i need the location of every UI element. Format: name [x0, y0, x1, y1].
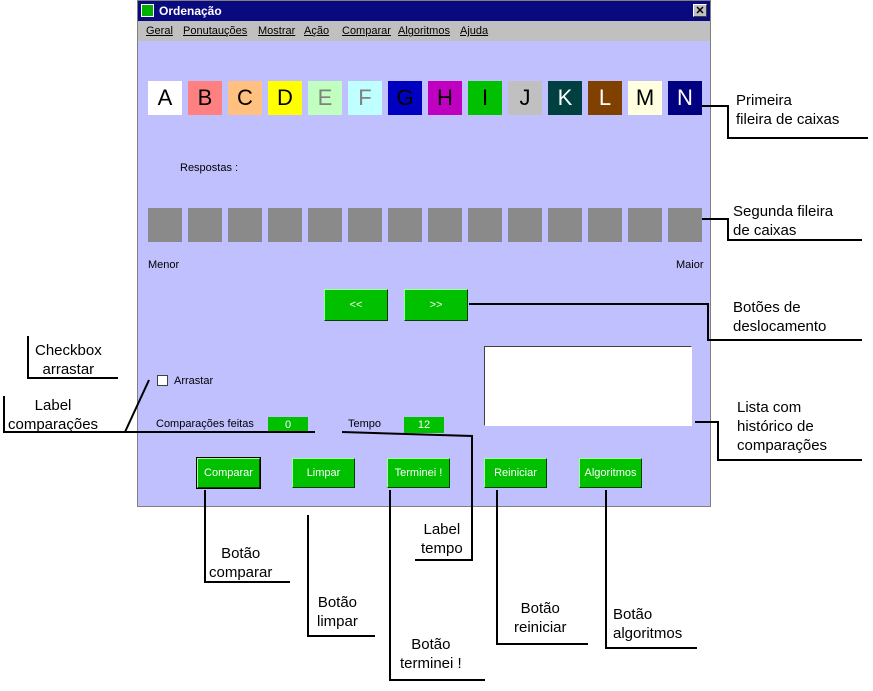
annotation-labelcomp: Label comparações [8, 396, 98, 434]
annotation-labelcomp-line1: Label [34, 397, 72, 414]
annotation-labeltempo-line2: tempo [421, 540, 463, 557]
annotation-primeira: Primeira fileira de caixas [736, 91, 839, 129]
annotation-bcomparar-line1: Botão [221, 545, 261, 562]
annotation-lista-line1: Lista com [737, 399, 802, 416]
annotation-segunda-line2: de caixas [733, 222, 797, 239]
annotation-labeltempo: Label tempo [421, 520, 463, 558]
annotation-lista: Lista com histórico de comparações [737, 398, 827, 455]
annotation-bterminei-line1: Botão [411, 636, 451, 653]
annotation-segunda: Segunda fileira de caixas [733, 202, 833, 240]
annotation-primeira-line1: Primeira [736, 92, 792, 109]
annotation-checkbox: Checkbox arrastar [35, 341, 102, 379]
annotation-lista-line2: histórico de [737, 418, 814, 435]
annotation-botoes-line2: deslocamento [733, 318, 827, 335]
annotation-breiniciar: Botão reiniciar [514, 599, 567, 637]
annotation-bterminei: Botão terminei ! [400, 635, 462, 673]
annotation-blimpar-line2: limpar [317, 613, 358, 630]
annotation-labelcomp-line2: comparações [8, 416, 99, 433]
annotation-balgoritmos-line1: Botão [613, 606, 653, 623]
annotation-balgoritmos: Botão algoritmos [613, 605, 682, 643]
annotation-primeira-line2: fileira de caixas [736, 111, 840, 128]
annotation-breiniciar-line2: reiniciar [514, 619, 567, 636]
annotation-checkbox-line1: Checkbox [35, 342, 102, 359]
annotation-checkbox-line2: arrastar [42, 361, 95, 378]
annotation-bterminei-line2: terminei ! [400, 655, 462, 672]
annotation-segunda-line1: Segunda fileira [733, 203, 834, 220]
annotation-balgoritmos-line2: algoritmos [613, 625, 683, 642]
annotation-lista-line3: comparações [737, 437, 828, 454]
annotation-blimpar: Botão limpar [317, 593, 358, 631]
annotation-bcomparar-line2: comparar [209, 564, 273, 581]
annotation-botoes: Botões de deslocamento [733, 298, 826, 336]
annotation-labeltempo-line1: Label [423, 521, 461, 538]
annotation-botoes-line1: Botões de [733, 299, 801, 316]
annotation-breiniciar-line1: Botão [520, 600, 560, 617]
annotation-bcomparar: Botão comparar [209, 544, 272, 582]
annotation-blimpar-line1: Botão [317, 594, 358, 611]
